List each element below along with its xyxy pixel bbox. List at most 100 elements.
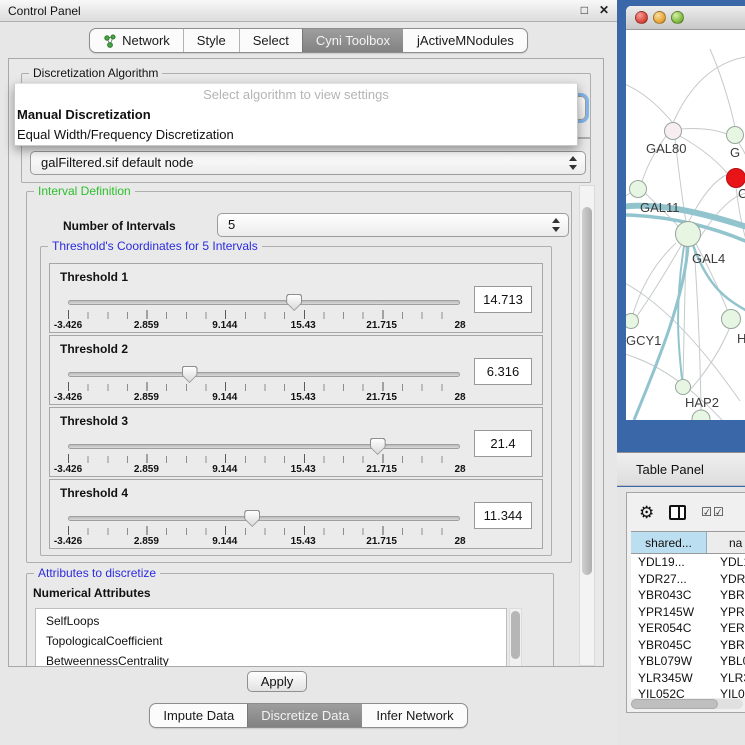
network-node[interactable] bbox=[722, 310, 741, 329]
table-row[interactable]: YER054CYER0 bbox=[631, 620, 745, 637]
slider-scale: -3.4262.8599.14415.4321.71528 bbox=[68, 464, 460, 476]
tab-style[interactable]: Style bbox=[183, 29, 239, 52]
settings-scroll-area: Interval Definition Number of Intervals … bbox=[9, 185, 603, 666]
control-panel-titlebar: Control Panel □ ✕ bbox=[0, 0, 617, 22]
table-row[interactable]: YDL19...YDL1 bbox=[631, 554, 745, 571]
attributes-list-scrollbar[interactable] bbox=[509, 608, 522, 666]
algorithm-dropdown-popup: Select algorithm to view settings Manual… bbox=[14, 83, 578, 146]
dropdown-option-equal-width[interactable]: Equal Width/Frequency Discretization bbox=[15, 125, 577, 145]
table-row[interactable]: YDR27...YDR2 bbox=[631, 571, 745, 588]
checkbox-icons[interactable]: ☑☑ bbox=[701, 505, 725, 519]
list-item[interactable]: TopologicalCoefficient bbox=[46, 631, 506, 651]
threshold-4-label: Threshold 4 bbox=[60, 486, 128, 500]
dropdown-hint: Select algorithm to view settings bbox=[15, 84, 577, 105]
dropdown-option-manual[interactable]: Manual Discretization bbox=[15, 105, 577, 125]
zoom-traffic-light[interactable] bbox=[671, 11, 684, 24]
bottom-tab-bar: Impute Data Discretize Data Infer Networ… bbox=[0, 703, 617, 728]
tab-select[interactable]: Select bbox=[239, 29, 302, 52]
threshold-1-value-field[interactable]: 14.713 bbox=[474, 286, 532, 313]
threshold-3-slider[interactable]: -3.4262.8599.14415.4321.71528 bbox=[68, 436, 460, 476]
tab-discretize-data[interactable]: Discretize Data bbox=[247, 704, 362, 727]
slider-scale: -3.4262.8599.14415.4321.71528 bbox=[68, 320, 460, 332]
node-label: GAL4 bbox=[692, 251, 725, 266]
slider-track[interactable] bbox=[68, 372, 460, 377]
table-horizontal-scrollbar[interactable] bbox=[631, 699, 743, 709]
table-data-combobox[interactable]: galFiltered.sif default node bbox=[30, 151, 586, 175]
table-header-row: shared... na bbox=[631, 531, 745, 554]
network-node[interactable] bbox=[676, 380, 691, 395]
table-panel-area: ⚙ ☑☑ shared... na YDL19...YDL1 YDR27...Y… bbox=[617, 487, 745, 745]
tab-infer-network[interactable]: Infer Network bbox=[362, 704, 466, 727]
slider-track[interactable] bbox=[68, 300, 460, 305]
column-header-shared[interactable]: shared... bbox=[631, 532, 707, 553]
minimize-traffic-light[interactable] bbox=[653, 11, 666, 24]
threshold-2-label: Threshold 2 bbox=[60, 342, 128, 356]
tab-network[interactable]: Network bbox=[90, 29, 183, 52]
table-panel-title: Table Panel bbox=[636, 462, 704, 477]
table-row[interactable]: YBR043CYBR0 bbox=[631, 587, 745, 604]
slider-scale: -3.4262.8599.14415.4321.71528 bbox=[68, 536, 460, 548]
attributes-group: Attributes to discretize Numerical Attri… bbox=[26, 573, 554, 666]
tab-jactivemnodules[interactable]: jActiveMNodules bbox=[403, 29, 527, 52]
numerical-attributes-label: Numerical Attributes bbox=[33, 586, 151, 600]
network-canvas[interactable]: GAL80 G GAL11 C GAL4 GCY1 H HAP2 bbox=[626, 31, 745, 420]
threshold-4-slider[interactable]: -3.4262.8599.14415.4321.71528 bbox=[68, 508, 460, 548]
network-node[interactable] bbox=[665, 123, 682, 140]
apply-button[interactable]: Apply bbox=[247, 671, 307, 692]
network-node[interactable] bbox=[626, 314, 639, 329]
columns-icon[interactable] bbox=[669, 505, 686, 520]
number-of-intervals-spinner[interactable]: 5 bbox=[217, 213, 569, 237]
tab-cyni-toolbox[interactable]: Cyni Toolbox bbox=[302, 29, 403, 52]
slider-handle[interactable] bbox=[286, 294, 302, 311]
network-node[interactable] bbox=[692, 410, 710, 420]
table-body: YDL19...YDL1 YDR27...YDR2 YBR043CYBR0 YP… bbox=[631, 554, 745, 698]
threshold-1-label: Threshold 1 bbox=[60, 270, 128, 284]
combobox-stepper-icon bbox=[569, 156, 578, 170]
slider-handle[interactable] bbox=[182, 366, 198, 383]
threshold-2-slider[interactable]: -3.4262.8599.14415.4321.71528 bbox=[68, 364, 460, 404]
table-row[interactable]: YBR045CYBR0 bbox=[631, 637, 745, 654]
panel-vertical-scrollbar[interactable] bbox=[579, 185, 595, 666]
network-node[interactable] bbox=[727, 127, 744, 144]
table-row[interactable]: YIL052CYIL0 bbox=[631, 686, 745, 698]
threshold-2-value-field[interactable]: 6.316 bbox=[474, 358, 532, 385]
column-header-name[interactable]: na bbox=[707, 532, 745, 553]
table-panel-header: Table Panel bbox=[617, 452, 745, 486]
threshold-3-value-field[interactable]: 21.4 bbox=[474, 430, 532, 457]
attributes-title: Attributes to discretize bbox=[34, 566, 160, 580]
slider-track[interactable] bbox=[68, 444, 460, 449]
threshold-3-label: Threshold 3 bbox=[60, 414, 128, 428]
gear-icon[interactable]: ⚙ bbox=[639, 504, 654, 521]
scrollbar-thumb[interactable] bbox=[582, 207, 592, 575]
network-window-titlebar bbox=[626, 6, 745, 30]
network-node-highlighted[interactable] bbox=[727, 169, 745, 188]
threshold-panel-2: Threshold 2 -3.4262.8599.14415.4321.7152… bbox=[49, 335, 543, 405]
slider-track[interactable] bbox=[68, 516, 460, 521]
close-traffic-light[interactable] bbox=[635, 11, 648, 24]
float-icon[interactable]: □ bbox=[581, 3, 588, 17]
thresholds-group: Threshold's Coordinates for 5 Intervals … bbox=[40, 246, 552, 556]
table-row[interactable]: YLR345WYLR3 bbox=[631, 670, 745, 687]
slider-handle[interactable] bbox=[370, 438, 386, 455]
scrollbar-thumb[interactable] bbox=[631, 699, 718, 709]
table-toolbar: ⚙ ☑☑ bbox=[627, 497, 745, 527]
table-row[interactable]: YPR145WYPR1 bbox=[631, 604, 745, 621]
table-panel-window: ⚙ ☑☑ shared... na YDL19...YDL1 YDR27...Y… bbox=[626, 492, 745, 713]
list-item[interactable]: SelfLoops bbox=[46, 611, 506, 631]
slider-handle[interactable] bbox=[244, 510, 260, 527]
node-label: GAL80 bbox=[646, 141, 686, 156]
threshold-4-value-field[interactable]: 11.344 bbox=[474, 502, 532, 529]
tab-impute-data[interactable]: Impute Data bbox=[150, 704, 247, 727]
network-view-window: GAL80 G GAL11 C GAL4 GCY1 H HAP2 bbox=[626, 6, 745, 420]
network-node[interactable] bbox=[676, 222, 701, 247]
network-node[interactable] bbox=[630, 181, 647, 198]
node-label: GCY1 bbox=[626, 333, 661, 348]
control-panel-window: Control Panel □ ✕ Network Style Select C… bbox=[0, 0, 617, 745]
cyni-toolbox-panel: Discretization Algorithm Select algorith… bbox=[8, 58, 604, 667]
list-item[interactable]: BetweennessCentrality bbox=[46, 651, 506, 666]
threshold-panel-1: Threshold 1 -3.4262.8599.14415.4321.7152… bbox=[49, 263, 543, 333]
node-label: HAP2 bbox=[685, 395, 719, 410]
close-icon[interactable]: ✕ bbox=[599, 3, 609, 17]
table-row[interactable]: YBL079WYBL0 bbox=[631, 653, 745, 670]
threshold-1-slider[interactable]: -3.4262.8599.14415.4321.71528 bbox=[68, 292, 460, 332]
